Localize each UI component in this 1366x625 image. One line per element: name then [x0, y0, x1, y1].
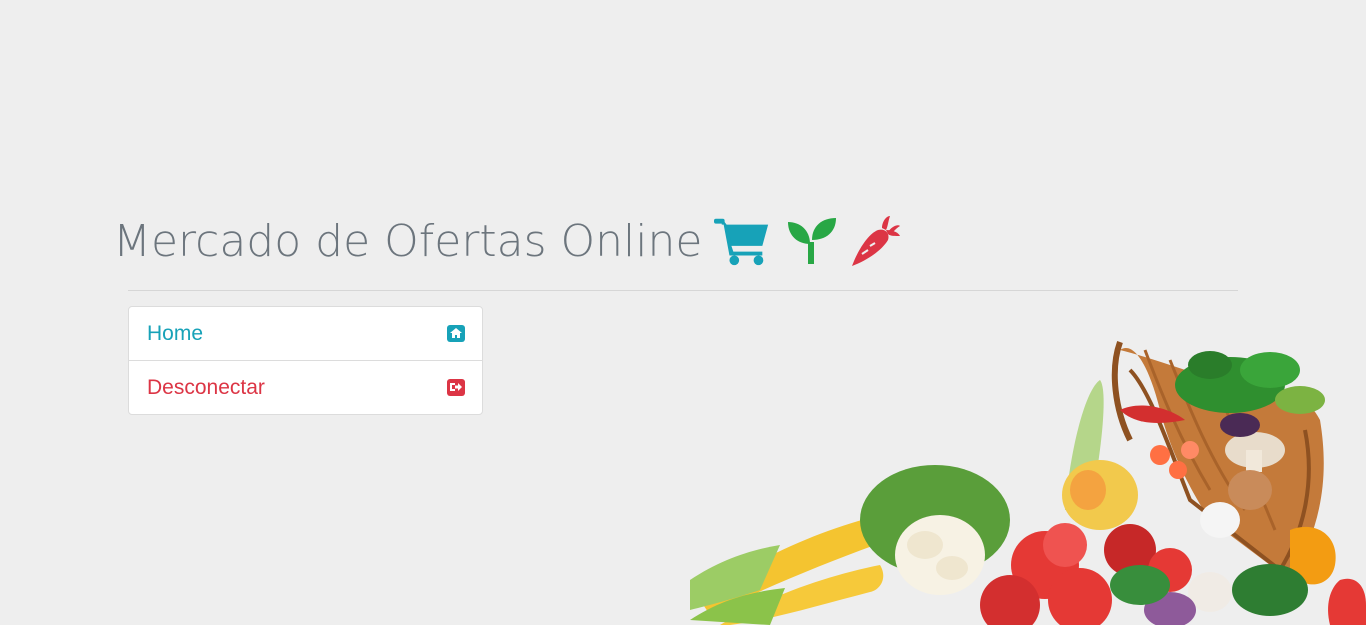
carrot-icon	[852, 216, 901, 266]
page: Mercado de Ofertas Online Home Desconect…	[0, 0, 1366, 625]
page-header: Mercado de Ofertas Online	[113, 206, 902, 276]
shopping-cart-icon	[714, 218, 769, 266]
vegetable-basket-image	[690, 340, 1366, 625]
sign-out-icon	[447, 378, 465, 396]
main-menu: Home Desconectar	[128, 306, 483, 415]
home-icon	[447, 324, 465, 342]
seedling-icon	[788, 218, 837, 264]
page-title: Mercado de Ofertas Online	[113, 215, 703, 267]
menu-item-label: Desconectar	[147, 375, 265, 399]
menu-item-desconectar[interactable]: Desconectar	[129, 360, 482, 414]
menu-item-label: Home	[147, 321, 204, 345]
corn	[690, 515, 886, 625]
menu-item-home[interactable]: Home	[129, 307, 482, 360]
header-divider	[128, 290, 1238, 291]
